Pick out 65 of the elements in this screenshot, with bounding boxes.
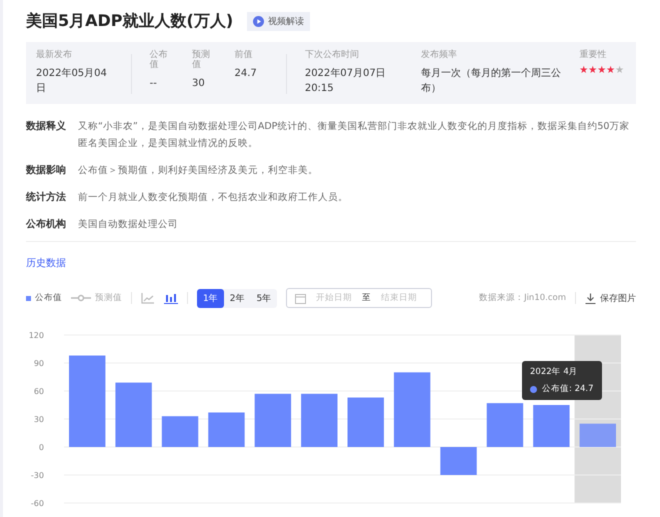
range-tab[interactable]: 1年 [197, 288, 224, 308]
detail-label: 公布机构 [26, 218, 66, 232]
star-icon: ★ [588, 66, 598, 76]
detail-label: 数据影响 [26, 164, 66, 178]
info-label: 预测值 [192, 51, 212, 71]
bar[interactable] [580, 424, 616, 447]
line-chart-icon[interactable] [141, 292, 155, 304]
save-image-button[interactable]: 保存图片 [585, 292, 636, 304]
info-value: 2022年05月04日 [36, 66, 108, 96]
play-icon [253, 16, 264, 26]
bar-chart-icon[interactable] [164, 292, 178, 304]
range-tab[interactable]: 5年 [250, 288, 278, 308]
info-label: 前值 [234, 51, 254, 61]
bar[interactable] [533, 405, 570, 447]
info-label: 下次公布时间 [304, 51, 360, 61]
detail-text: 又称“小非农”，是美国自动数据处理公司ADP统计的、衡量美国私营部门非农就业人数变化的月度指标，数据采集自约50万家匿名美国企业，是美国就业情况的反映。 [78, 120, 630, 151]
detail-label: 统计方法 [26, 190, 66, 205]
bar[interactable] [208, 412, 245, 447]
video-button[interactable]: 视频解读 [247, 12, 310, 30]
calendar-icon [295, 292, 306, 304]
download-icon [585, 292, 596, 304]
y-tick-label: 60 [34, 387, 44, 396]
bar[interactable] [440, 447, 477, 475]
star-icon: ★ [606, 66, 616, 76]
info-label: 最新发布 [36, 51, 73, 61]
detail-text: 美国自动数据处理公司 [78, 218, 178, 232]
info-value: 2022年07月07日 20:15 [304, 66, 387, 96]
bar[interactable] [69, 356, 106, 447]
bar[interactable] [254, 394, 292, 447]
series-dot-icon [530, 386, 537, 392]
info-value: -- [150, 76, 158, 91]
date-range-field[interactable]: 开始日期 至 结束日期 [286, 288, 432, 308]
tooltip-title: 2022年 4月 [530, 366, 579, 378]
section-title: 历史数据 [26, 256, 67, 270]
data-source: 数据来源：Jin10.com [479, 292, 566, 304]
y-tick-label: 120 [28, 331, 44, 340]
legend-label[interactable]: 公布值 [35, 292, 62, 304]
bar[interactable] [486, 403, 524, 447]
star-icon: ★ [597, 66, 606, 76]
legend-square-icon [26, 296, 31, 300]
star-icon: ★ [579, 66, 588, 76]
info-label: 发布频率 [421, 51, 458, 61]
y-tick-label: -30 [30, 471, 44, 480]
range-tab[interactable]: 2年 [224, 288, 250, 308]
bar[interactable] [162, 416, 198, 447]
bar[interactable] [301, 394, 338, 447]
y-tick-label: -60 [30, 499, 44, 507]
line-marker-icon [71, 294, 91, 302]
page-title: 美国5月ADP就业人数(万人) [26, 10, 234, 32]
info-label: 重要性 [579, 51, 608, 61]
info-value: 每月一次（每月的第一个周三公布） [421, 66, 562, 96]
info-value: 24.7 [234, 66, 258, 81]
info-value: 30 [192, 76, 206, 91]
bar[interactable] [115, 382, 152, 447]
detail-text: 前一个月就业人数变化预期值，不包括农业和政府工作人员。 [78, 191, 348, 205]
detail-text: 公布值＞预期值，则利好美国经济及美元，利空非美。 [78, 164, 318, 178]
tooltip-value: 公布值: 24.7 [542, 383, 594, 395]
y-tick-label: 0 [38, 443, 44, 452]
y-tick-label: 30 [34, 415, 44, 424]
y-tick-label: 90 [34, 359, 44, 368]
info-label: 公布值 [150, 51, 169, 71]
bar[interactable] [348, 398, 384, 447]
star-icon: ★ [615, 66, 624, 76]
bar[interactable] [394, 372, 430, 447]
detail-label: 数据释义 [26, 119, 66, 134]
